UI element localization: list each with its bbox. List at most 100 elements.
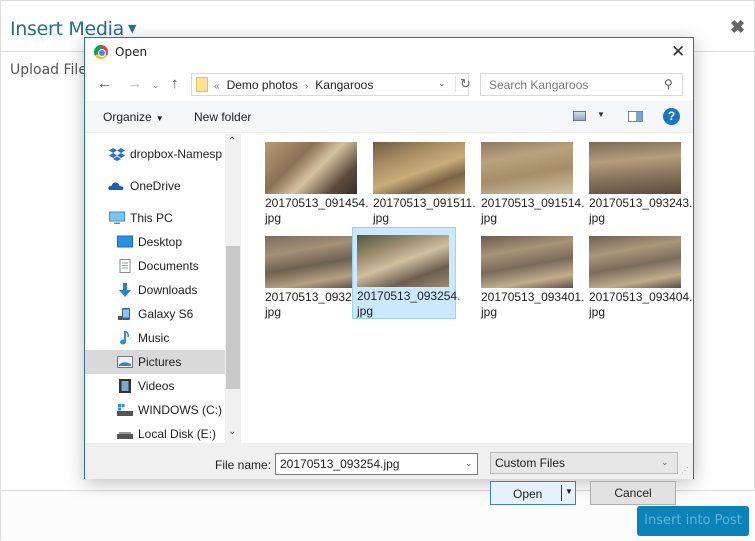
caret-down-icon: ▼ <box>155 114 164 123</box>
refresh-icon[interactable]: ↻ <box>455 76 471 92</box>
image-thumbnail <box>265 142 357 194</box>
downloads-icon <box>119 283 131 297</box>
documents-icon <box>119 259 131 273</box>
scrollbar-thumb[interactable] <box>226 246 240 389</box>
chevron-down-icon[interactable]: ⌄ <box>661 457 669 468</box>
organize-button[interactable]: Organize ▼ <box>103 110 164 124</box>
nav-item-downloads[interactable]: Downloads <box>85 278 225 302</box>
caret-down-icon[interactable]: ▼ <box>597 110 605 119</box>
nav-item-desktop[interactable]: Desktop <box>85 230 225 254</box>
breadcrumb-overflow[interactable]: « <box>214 81 220 92</box>
image-thumbnail <box>589 236 681 288</box>
nav-item-label: This PC <box>130 211 173 225</box>
file-item[interactable]: 20170513_093243. jpg <box>569 134 692 226</box>
file-list: 20170513_091454. jpg 20170513_091511. jpg … <box>245 134 693 443</box>
chevron-down-icon[interactable]: ⌄ <box>438 78 446 89</box>
cancel-button[interactable]: Cancel <box>590 481 676 505</box>
breadcrumb-separator-icon[interactable]: › <box>305 81 308 92</box>
breadcrumb: « Demo photos › Kangaroos <box>214 78 373 92</box>
nav-item-label: Music <box>138 331 170 345</box>
back-arrow-icon[interactable]: ← <box>97 75 112 92</box>
breadcrumb-item[interactable]: Kangaroos <box>315 78 373 92</box>
file-item[interactable]: 20170513_091511. jpg <box>353 134 476 226</box>
tab-upload-files[interactable]: Upload Files <box>10 62 94 78</box>
close-icon[interactable]: ✕ <box>671 42 685 62</box>
file-name: 20170513_093401. jpg <box>481 290 585 319</box>
file-name: 20170513_091514. jpg <box>481 196 585 225</box>
forward-arrow-icon[interactable]: → <box>127 75 142 92</box>
file-item[interactable]: 20170513_091454. jpg <box>245 134 368 226</box>
nav-item-label: Videos <box>138 379 175 393</box>
file-name: 20170513_093404. jpg <box>589 290 693 319</box>
nav-item-windows-c[interactable]: WINDOWS (C:) <box>85 398 225 422</box>
command-toolbar: Organize ▼ New folder ▼ ? <box>85 101 693 133</box>
open-button[interactable]: Open ▼ <box>490 481 576 505</box>
file-name: 20170513_091454. jpg <box>265 196 369 225</box>
nav-item-documents[interactable]: Documents <box>85 254 225 278</box>
nav-item-label: Pictures <box>138 355 182 369</box>
file-item[interactable]: 20170513_091514. jpg <box>461 134 584 226</box>
nav-item-label: WINDOWS (C:) <box>138 403 222 417</box>
search-input[interactable]: Search Kangaroos ⚲ <box>480 73 683 96</box>
onedrive-icon <box>108 182 124 190</box>
file-item[interactable]: 20170513_093401. jpg <box>461 228 584 320</box>
file-name: 20170513_091511. jpg <box>373 196 476 225</box>
pictures-icon <box>117 356 133 368</box>
chevron-down-icon[interactable]: ⌄ <box>228 426 236 437</box>
recent-locations-chevron-icon[interactable]: ⌄ <box>152 80 160 91</box>
file-name-label: File name: <box>215 458 272 472</box>
breadcrumb-item[interactable]: Demo photos <box>227 78 298 92</box>
nav-item-label: Documents <box>138 259 199 273</box>
image-thumbnail <box>481 236 573 288</box>
change-view-icon[interactable] <box>573 111 586 121</box>
preview-pane-icon[interactable] <box>628 111 643 122</box>
nav-item-pictures[interactable]: Pictures <box>85 350 225 374</box>
folder-icon <box>196 77 208 92</box>
drive-c-icon <box>117 404 133 416</box>
file-type-select[interactable]: Custom Files <box>490 452 678 474</box>
file-name: 20170513_093254. jpg <box>357 289 461 318</box>
file-item[interactable]: 20170513_093404. jpg <box>569 228 692 320</box>
nav-item-music[interactable]: Music <box>85 326 225 350</box>
file-item[interactable]: 20170513_093254. jpg <box>352 227 461 319</box>
file-name: 20170513_093243. jpg <box>589 196 693 225</box>
nav-item-label: OneDrive <box>130 179 181 193</box>
dialog-titlebar[interactable]: Open ✕ <box>85 38 693 66</box>
navigation-pane: dropbox-Namesp OneDrive This PC Desktop … <box>85 134 241 443</box>
image-thumbnail <box>589 142 681 194</box>
nav-item-dropbox[interactable]: dropbox-Namesp <box>85 142 225 166</box>
nav-item-galaxy-s6[interactable]: Galaxy S6 <box>85 302 225 326</box>
phone-icon <box>118 308 130 320</box>
caret-down-icon[interactable]: ▼ <box>128 22 136 35</box>
file-item[interactable]: 20170513_093248. jpg <box>245 228 368 320</box>
file-name-input[interactable]: 20170513_093254.jpg <box>275 453 478 475</box>
nav-item-label: Downloads <box>138 283 198 297</box>
search-icon[interactable]: ⚲ <box>664 77 673 91</box>
file-name: 20170513_093248. jpg <box>265 290 369 319</box>
chevron-down-icon[interactable]: ⌄ <box>465 458 473 469</box>
chrome-icon <box>94 45 108 59</box>
navpane-scrollbar[interactable]: ⌃ ⌄ <box>225 134 241 443</box>
close-icon[interactable]: ✖ <box>730 17 745 38</box>
address-bar[interactable]: « Demo photos › Kangaroos ⌄ ↻ <box>191 73 471 96</box>
new-folder-button[interactable]: New folder <box>194 110 251 124</box>
help-icon[interactable]: ? <box>663 108 680 125</box>
desktop-icon <box>117 235 133 248</box>
nav-item-onedrive[interactable]: OneDrive <box>85 174 225 198</box>
image-thumbnail <box>373 142 465 194</box>
nav-item-videos[interactable]: Videos <box>85 374 225 398</box>
image-thumbnail <box>357 235 449 287</box>
navigation-bar: ← → ⌄ ↑ « Demo photos › Kangaroos ⌄ ↻ Searc… <box>85 71 693 99</box>
open-label: Open <box>513 487 543 501</box>
up-arrow-icon[interactable]: ↑ <box>171 75 179 92</box>
image-thumbnail <box>265 236 357 288</box>
insert-into-post-button[interactable]: Insert into Post <box>637 506 749 536</box>
resize-grip-icon[interactable]: ⋰ <box>681 466 689 475</box>
nav-item-this-pc[interactable]: This PC <box>85 206 225 230</box>
nav-item-label: Galaxy S6 <box>138 307 194 321</box>
videos-icon <box>119 379 131 393</box>
organize-label: Organize <box>103 110 152 124</box>
dialog-title: Open <box>115 45 148 59</box>
chevron-up-icon[interactable]: ⌃ <box>228 136 236 147</box>
caret-down-icon[interactable]: ▼ <box>565 487 573 496</box>
